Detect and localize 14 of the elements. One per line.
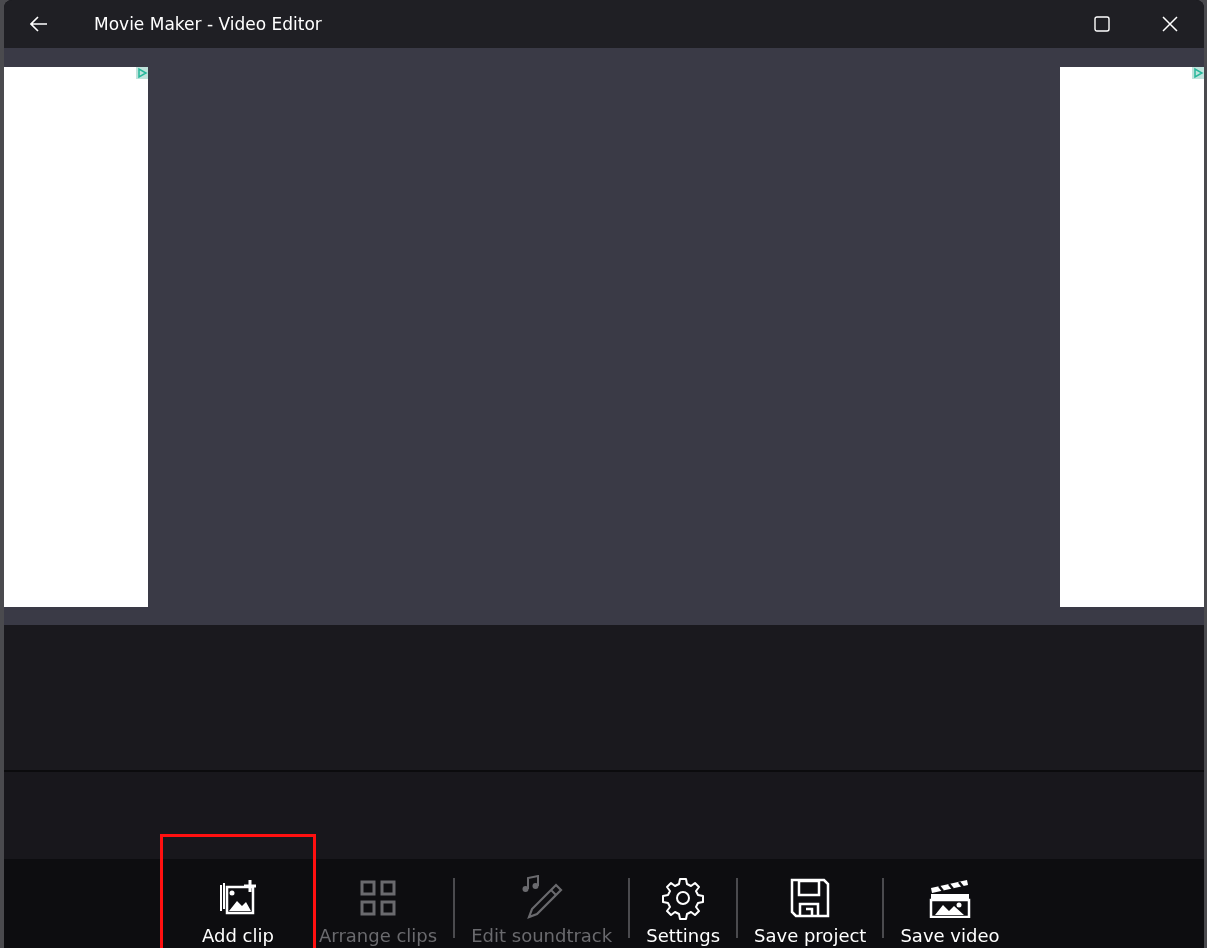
- ad-badge-icon: [136, 67, 148, 79]
- toolbar-button[interactable]: Add clip: [163, 837, 313, 948]
- grid-icon: [359, 879, 398, 917]
- close-icon: [1162, 16, 1178, 32]
- add-image-icon: [217, 879, 259, 917]
- toolbar-button[interactable]: Settings: [640, 860, 727, 948]
- back-arrow-icon: [30, 16, 48, 32]
- maximize-icon: [1094, 16, 1110, 32]
- toolbar-button[interactable]: Save project: [748, 860, 873, 948]
- ad-badge-icon: [1192, 67, 1204, 79]
- window-title: Movie Maker - Video Editor: [94, 14, 322, 34]
- clapperboard-icon: [928, 878, 971, 918]
- toolbar-button[interactable]: Save video: [894, 860, 1006, 948]
- settings-icon: [661, 876, 706, 920]
